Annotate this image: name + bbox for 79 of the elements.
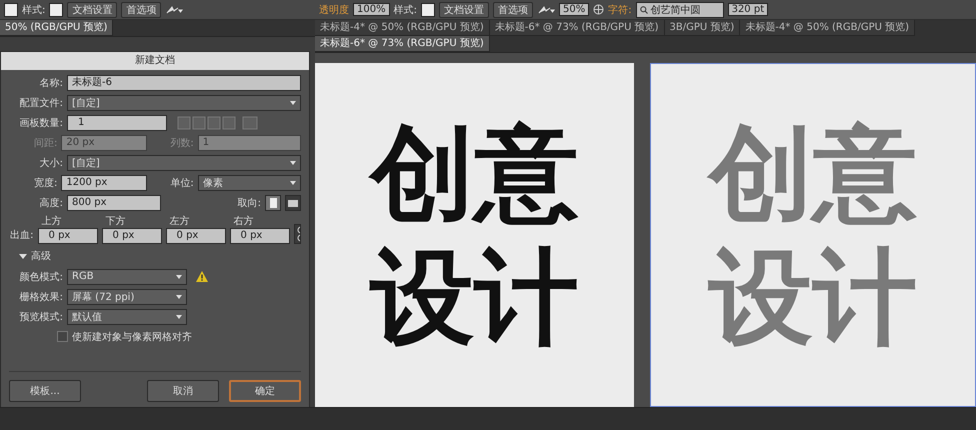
warning-icon	[195, 270, 209, 283]
document-tab[interactable]: 未标题-4* @ 50% (RGB/GPU 预览)	[315, 20, 490, 36]
height-field[interactable]: 800 px	[67, 194, 161, 210]
toolbar-button[interactable]: 文档设置	[67, 2, 118, 18]
caret-icon	[290, 160, 296, 164]
bleed-side-label: 上方	[40, 216, 63, 227]
document-tab[interactable]: 50% (RGB/GPU 预览)	[0, 20, 114, 36]
toolbar-button[interactable]: 首选项	[492, 2, 533, 18]
unit-dropdown[interactable]: 像素	[198, 174, 301, 190]
bleed-side-label: 右方	[232, 216, 255, 227]
headline-text: 设计	[708, 239, 917, 355]
document-tab[interactable]: 3B/GPU 预览)	[664, 20, 740, 36]
swatch-dropdown[interactable]	[4, 2, 18, 16]
headline-text: 创意	[708, 115, 917, 231]
caret-icon	[176, 294, 182, 298]
toolbar-button[interactable]: 文档设置	[438, 2, 489, 18]
tool-icon[interactable]	[536, 4, 555, 14]
tool-icon[interactable]	[165, 4, 184, 14]
field-label: 间距:	[33, 136, 58, 150]
headline-text: 创意	[370, 115, 578, 231]
spinner-field[interactable]: 1	[67, 114, 167, 130]
portrait-icon[interactable]	[265, 194, 281, 210]
caret-icon	[176, 314, 182, 318]
field-label: 配置文件:	[18, 96, 63, 110]
field-label: 预览模式:	[18, 310, 63, 324]
bleed-side-label: 左方	[168, 216, 191, 227]
dropdown[interactable]: [自定]	[67, 94, 301, 110]
field-label: 列数:	[169, 136, 194, 150]
field-label: 栅格效果:	[18, 290, 63, 304]
caret-icon	[290, 180, 296, 184]
name-field[interactable]: 未标题-6	[67, 74, 301, 90]
bleed-field[interactable]: 0 px	[230, 228, 290, 244]
field-label: 宽度:	[33, 176, 58, 190]
toolbar-label: 样式:	[22, 4, 46, 16]
section-heading: 高级	[31, 250, 51, 263]
dialog-button[interactable]: 确定	[229, 380, 301, 402]
bleed-field[interactable]: 0 px	[102, 228, 162, 244]
dialog-title: 新建文档	[1, 52, 309, 70]
dialog-button[interactable]: 模板...	[9, 380, 81, 402]
dropdown[interactable]: [自定]	[67, 154, 301, 170]
toolbar-button[interactable]: 首选项	[121, 2, 162, 18]
font-field[interactable]: 创艺简中圆	[636, 2, 724, 18]
dialog-button[interactable]: 取消	[147, 380, 219, 402]
bleed-field[interactable]: 0 px	[38, 228, 98, 244]
field-label: 出血:	[9, 228, 34, 243]
globe-icon[interactable]	[593, 4, 604, 15]
bleed-side-label: 下方	[104, 216, 127, 227]
landscape-icon[interactable]	[285, 194, 301, 210]
toolbar-label: 样式:	[394, 4, 417, 16]
checkbox-label: 使新建对象与像素网格对齐	[72, 330, 192, 344]
toolbar-label: 字符:	[608, 4, 632, 16]
field-label: 颜色模式:	[18, 270, 63, 284]
caret-icon	[176, 274, 182, 278]
caret-icon	[290, 100, 296, 104]
checkbox[interactable]	[57, 331, 68, 342]
document-tab[interactable]: 未标题-4* @ 50% (RGB/GPU 预览)	[740, 20, 916, 36]
headline-text: 设计	[370, 239, 578, 355]
toolbar-field[interactable]: 100%	[353, 3, 390, 16]
field-label: 名称:	[38, 76, 63, 90]
bleed-field[interactable]: 0 px	[166, 228, 226, 244]
dropdown[interactable]: 屏幕 (72 ppi)	[67, 288, 187, 304]
field-label: 单位:	[169, 176, 194, 190]
field-label: 取向:	[236, 196, 261, 210]
field-label: 大小:	[38, 156, 63, 170]
width-field[interactable]: 1200 px	[61, 174, 147, 190]
dropdown[interactable]: RGB	[67, 268, 187, 284]
link-icon[interactable]	[294, 224, 301, 244]
swatch-dropdown[interactable]	[49, 2, 64, 16]
search-icon	[640, 6, 648, 14]
toolbar-field[interactable]: 320 pt	[728, 3, 768, 16]
expand-arrow-icon[interactable]	[19, 252, 27, 260]
document-tab[interactable]: 未标题-6* @ 73% (RGB/GPU 预览)	[490, 20, 664, 36]
field-label: 画板数量:	[18, 116, 63, 130]
toolbar-label: 透明度	[319, 4, 349, 16]
field-label: 高度:	[38, 196, 63, 210]
swatch-dropdown[interactable]	[420, 2, 435, 16]
toolbar-field[interactable]: 50%	[558, 3, 590, 16]
dropdown[interactable]: 默认值	[67, 308, 187, 324]
document-tab[interactable]: 未标题-6* @ 73% (RGB/GPU 预览)	[315, 36, 490, 52]
